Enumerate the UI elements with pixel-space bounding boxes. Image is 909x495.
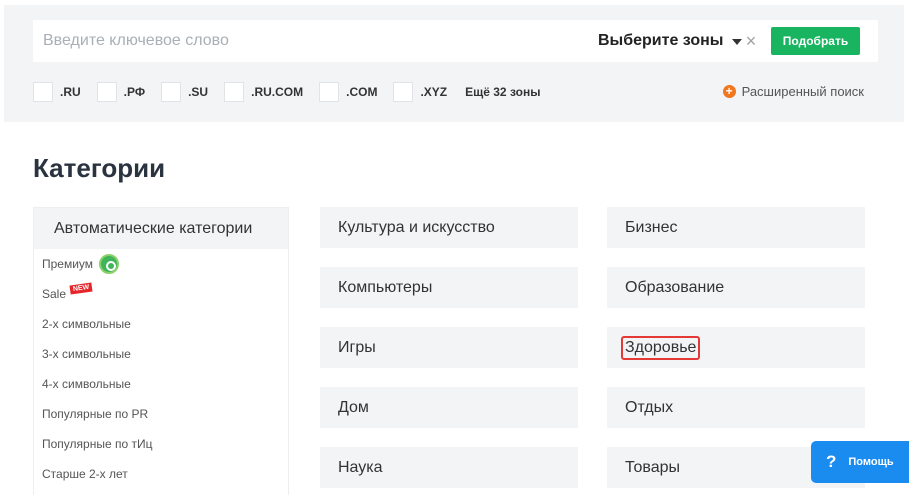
zone-label: .RU xyxy=(60,85,81,99)
help-label: Помощь xyxy=(848,456,894,468)
category-science[interactable]: Наука xyxy=(320,447,578,488)
list-item-label: Sale xyxy=(42,287,67,301)
checkbox[interactable] xyxy=(96,82,117,102)
zone-filter-row: .RU .РФ .SU .RU.COM .COM .XYZ Ещё 32 зон… xyxy=(33,81,540,103)
premium-icon xyxy=(99,254,120,274)
checkbox[interactable] xyxy=(224,82,245,102)
zone-label: .XYZ xyxy=(420,85,448,99)
list-item[interactable]: 4-х символьные xyxy=(42,369,288,399)
new-badge: NEW xyxy=(69,281,93,295)
chevron-down-icon xyxy=(732,39,743,45)
checkbox[interactable] xyxy=(161,82,182,102)
auto-categories-list: Премиум Sale NEW 2-х символьные 3-х симв… xyxy=(34,249,288,489)
category-leisure[interactable]: Отдых xyxy=(607,387,865,428)
auto-category-sale[interactable]: Sale NEW xyxy=(42,279,288,309)
category-education[interactable]: Образование xyxy=(607,267,865,308)
more-zones-link[interactable]: Ещё 32 зоны xyxy=(465,85,540,99)
checkbox[interactable] xyxy=(319,82,340,102)
zone-checkbox-ru[interactable]: .RU xyxy=(33,82,81,102)
zone-label: .RU.COM xyxy=(251,85,304,99)
list-item[interactable]: Старше 2-х лет xyxy=(42,459,288,489)
category-computers[interactable]: Компьютеры xyxy=(320,267,578,308)
close-icon[interactable]: × xyxy=(743,20,759,62)
category-health[interactable]: Здоровье xyxy=(607,327,865,368)
category-home[interactable]: Дом xyxy=(320,387,578,428)
help-button[interactable]: ? Помощь xyxy=(811,441,909,483)
advanced-search-label: Расширенный поиск xyxy=(741,84,864,99)
category-games[interactable]: Игры xyxy=(320,327,578,368)
zone-checkbox-rucom[interactable]: .RU.COM xyxy=(224,82,303,102)
auto-categories-panel: Автоматические категории Премиум Sale NE… xyxy=(33,207,289,495)
zone-checkbox-com[interactable]: .COM xyxy=(319,82,377,102)
zone-checkbox-rf[interactable]: .РФ xyxy=(96,82,146,102)
zone-checkbox-su[interactable]: .SU xyxy=(161,82,208,102)
checkbox[interactable] xyxy=(33,82,53,102)
list-item[interactable]: 2-х символьные xyxy=(42,309,288,339)
search-input[interactable] xyxy=(33,20,553,62)
question-icon: ? xyxy=(826,452,837,471)
plus-icon: + xyxy=(722,85,736,98)
zones-dropdown-label: Выберите зоны xyxy=(598,32,724,49)
list-item[interactable]: Популярные по PR xyxy=(42,399,288,429)
advanced-search-link[interactable]: + Расширенный поиск xyxy=(722,84,864,99)
list-item[interactable]: Популярные по тИц xyxy=(42,429,288,459)
auto-categories-header: Автоматические категории xyxy=(34,208,288,249)
zones-dropdown[interactable]: Выберите зоны xyxy=(598,20,743,62)
pick-button[interactable]: Подобрать xyxy=(771,27,860,55)
zone-label: .SU xyxy=(188,85,209,99)
page-title: Категории xyxy=(33,153,166,183)
checkbox[interactable] xyxy=(393,82,414,102)
list-item[interactable]: 3-х символьные xyxy=(42,339,288,369)
category-culture[interactable]: Культура и искусство xyxy=(320,207,578,248)
search-panel: Выберите зоны × Подобрать .RU .РФ .SU .R… xyxy=(4,5,904,122)
highlighted-category-label: Здоровье xyxy=(621,335,701,360)
zone-label: .РФ xyxy=(123,85,146,99)
category-business[interactable]: Бизнес xyxy=(607,207,865,248)
auto-category-premium[interactable]: Премиум xyxy=(42,249,288,279)
list-item-label: Премиум xyxy=(42,257,94,271)
search-bar: Выберите зоны × Подобрать xyxy=(33,20,878,62)
zone-checkbox-xyz[interactable]: .XYZ xyxy=(393,82,447,102)
zone-label: .COM xyxy=(346,85,378,99)
